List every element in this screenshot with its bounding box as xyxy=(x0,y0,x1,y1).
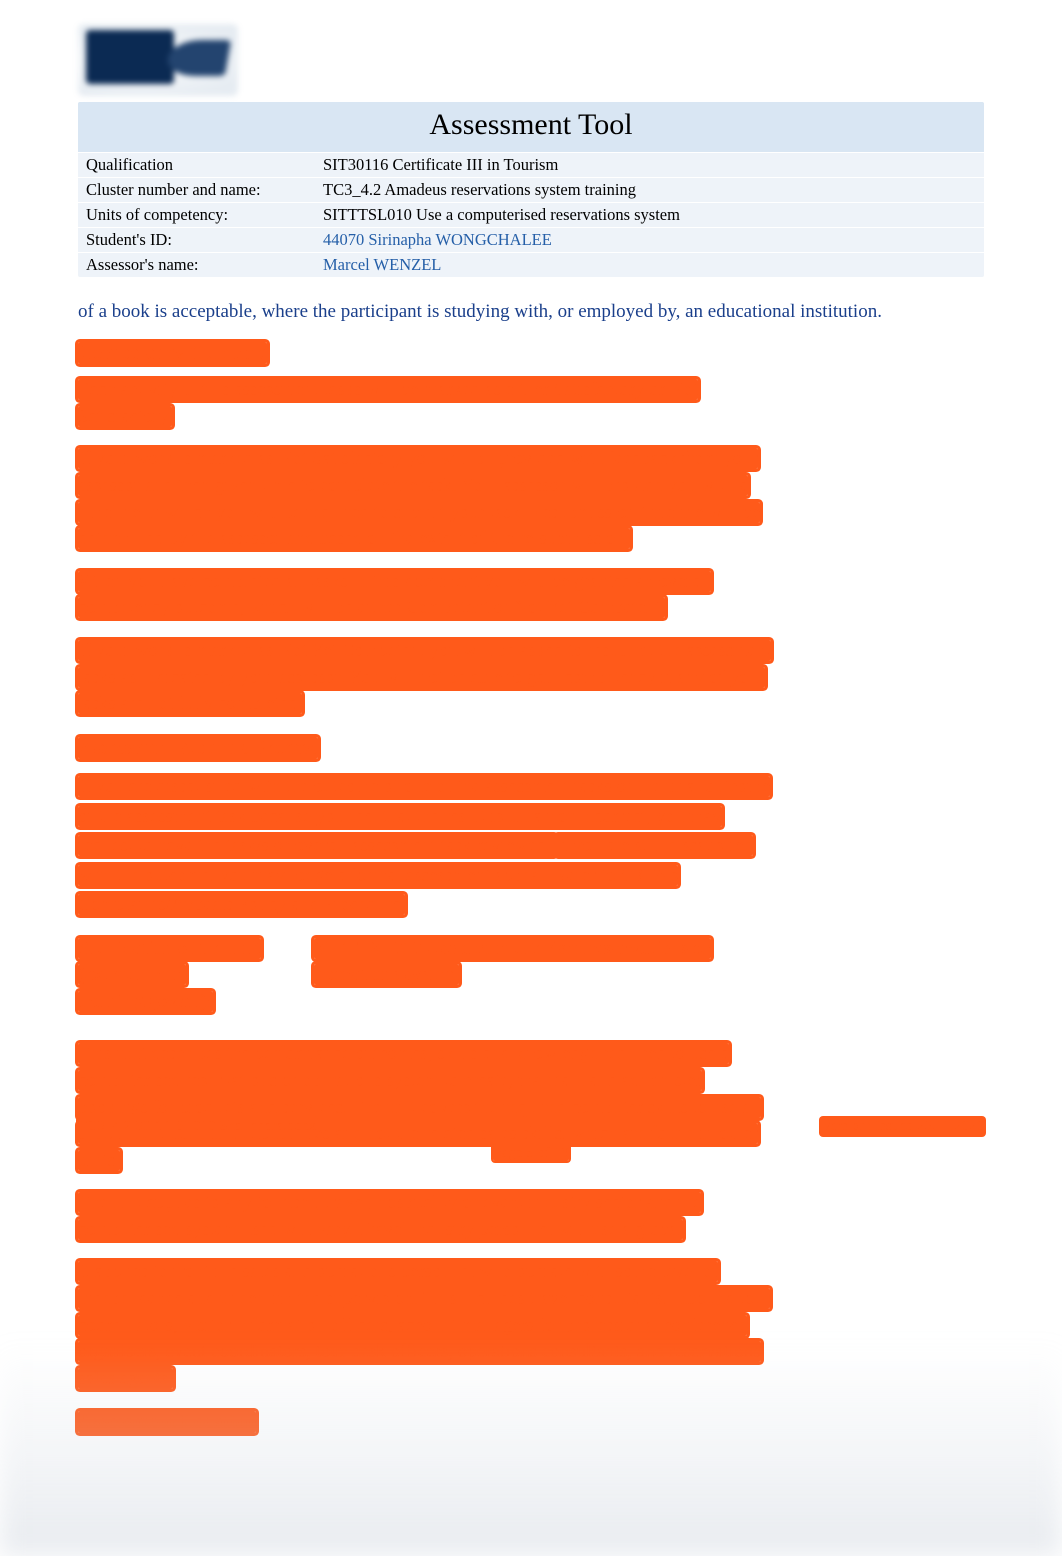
page: Assessment Tool QualificationSIT30116 Ce… xyxy=(0,0,1062,1556)
redacted-text: It applies to frontline sales and operat… xyxy=(78,1261,718,1282)
redacted-text: tasks as indicated by your assessor. You… xyxy=(78,667,765,688)
header-row: Units of competency:SITTTSL010 Use a com… xyxy=(78,202,984,227)
section-heading: Assessment Appeals Process xyxy=(78,734,318,763)
redacted-text: Competency Outcome xyxy=(78,342,267,364)
redacted-text: SITTTSL010 Use a computerised reservatio… xyxy=(314,938,711,959)
section-heading: Competency Outcome xyxy=(78,339,267,368)
footer-page: Page 5 of 18 xyxy=(78,1145,984,1162)
header-label: Assessor's name: xyxy=(78,253,321,277)
redacted-text: computerised system used will vary. Trav… xyxy=(78,1219,683,1240)
redacted-paragraph: If you are dissatisfied with the outcome… xyxy=(78,772,770,919)
header-value: TC3_4.2 Amadeus reservations system trai… xyxy=(321,178,984,202)
unit-application-value: SITTTSL010 Use a computerised reservatio… xyxy=(314,936,984,1016)
redacted-text: The unit applies to any tourism, travel,… xyxy=(78,1192,701,1213)
redacted-text: request to have the task/s or overall as… xyxy=(78,835,556,856)
redacted-text: competency outcome, which will be either… xyxy=(78,597,665,618)
document-body: of a book is acceptable, where the parti… xyxy=(78,299,984,1437)
redacted-text: Application of the unit xyxy=(78,938,261,959)
redacted-text: assessor and then given time to complete… xyxy=(78,475,748,496)
footer: TC3_4.2 SITTTSL010 Shailendra.docx Versi… xyxy=(78,1118,984,1162)
header-label: Qualification xyxy=(78,153,321,177)
redacted-text: Complaints/Appeals Policy and Procedure. xyxy=(78,894,405,915)
header-value: SITTTSL010 Use a computerised reservatio… xyxy=(321,203,984,227)
redacted-text: coordinators, visitor information office… xyxy=(78,1315,747,1336)
redacted-text: Satisfactory. xyxy=(78,406,172,427)
assessment-header: Assessment Tool QualificationSIT30116 Ce… xyxy=(78,102,984,277)
page-title: Assessment Tool xyxy=(78,102,984,152)
redacted-text: computerised reservations or operations … xyxy=(78,1070,702,1091)
footer-left: TC3_4.2 SITTTSL010 Shailendra.docx xyxy=(78,1118,316,1135)
footer-line: TC3_4.2 SITTTSL010 Shailendra.docx Versi… xyxy=(78,1118,984,1135)
redacted-text: timeline in which you will be required t… xyxy=(78,502,760,523)
unit-application-label: Application of the unit (extract from trai… xyxy=(78,936,288,1016)
header-label: Student's ID: xyxy=(78,228,321,252)
logo-mark xyxy=(86,30,174,84)
redacted-text: bookings for products and services. The … xyxy=(78,1097,761,1118)
redacted-text: This unit describes the performance outc… xyxy=(78,1043,729,1064)
redacted-text: Assessment Appeals Process xyxy=(78,737,318,759)
redacted-text: Each activity in this assessment tasks w… xyxy=(78,379,698,400)
header-label: Units of competency: xyxy=(78,203,321,227)
logo-tail xyxy=(165,40,231,76)
header-row: Assessor's name:Marcel WENZEL xyxy=(78,252,984,277)
redacted-text: sales agents. xyxy=(78,1368,173,1389)
redacted-paragraph: If your work is marked as Not Yet Compet… xyxy=(78,638,771,718)
redacted-text: organisers, event coordinators, tour des… xyxy=(78,1341,761,1362)
redacted-paragraph: The unit applies to any tourism, travel,… xyxy=(78,1190,701,1243)
redacted-text: determined by the assessor and based on … xyxy=(78,528,630,549)
redacted-paragraph: When you have completed all tasks in thi… xyxy=(78,569,711,622)
unit-application-row: Application of the unit (extract from trai… xyxy=(78,936,984,1026)
header-value: SIT30116 Certificate III in Tourism xyxy=(321,153,984,177)
footer-page-number: Page 5 of 18 xyxy=(493,1145,568,1161)
redacted-text: tasks are not fully completed. xyxy=(78,693,302,714)
sections: Competency Outcome Each activity in this … xyxy=(78,339,984,1437)
header-value: 44070 Sirinapha WONGCHALEE xyxy=(321,228,984,252)
header-row: Student's ID:44070 Sirinapha WONGCHALEE xyxy=(78,227,984,252)
visible-paragraph: of a book is acceptable, where the parti… xyxy=(78,299,984,325)
redacted-text: If you are dissatisfied with the outcome… xyxy=(78,776,770,797)
header-rows: QualificationSIT30116 Certificate III in… xyxy=(78,152,984,277)
logo xyxy=(78,24,238,96)
header-row: Cluster number and name:TC3_4.2 Amadeus … xyxy=(78,177,984,202)
redacted-text: with the outcome, you may lodge a formal… xyxy=(78,865,678,886)
footer-right: Version: Issued 23.11.2020 xyxy=(821,1118,984,1135)
redacted-paragraph: If your work is marked as Not Satisfacto… xyxy=(78,446,760,552)
redacted-text: independence and under limited supervisi… xyxy=(78,1288,770,1309)
redacted-text: training.gov.au): xyxy=(78,991,213,1012)
redacted-text: If your work is marked as Not Yet Compet… xyxy=(78,640,771,661)
redacted-text: operations system xyxy=(314,964,459,985)
redacted-text: (extract from xyxy=(78,964,186,985)
redacted-paragraph: Each activity in this assessment tasks w… xyxy=(78,377,698,430)
redacted-text: When you have completed all tasks in thi… xyxy=(78,571,711,592)
redacted-text: If your work is marked as Not Satisfacto… xyxy=(78,448,758,469)
header-value: Marcel WENZEL xyxy=(321,253,984,277)
header-row: QualificationSIT30116 Certificate III in… xyxy=(78,152,984,177)
redacted-text: If you are still dissatisfied xyxy=(556,835,753,856)
redacted-text: Assessment Location xyxy=(78,1411,256,1433)
header-label: Cluster number and name: xyxy=(78,178,321,202)
redacted-text: of the assessment task because you feel … xyxy=(78,806,722,827)
section-heading: Assessment Location xyxy=(78,1408,256,1437)
redacted-paragraph: It applies to frontline sales and operat… xyxy=(78,1259,770,1392)
